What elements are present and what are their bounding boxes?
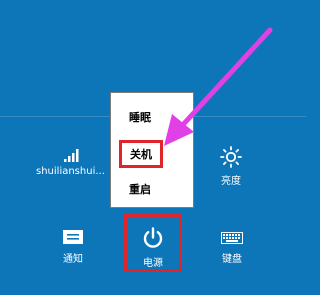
brightness-tile[interactable]: 亮度 [208, 146, 254, 187]
network-tile[interactable]: shuilianshui... [32, 148, 122, 177]
power-label: 电源 [143, 258, 163, 269]
menu-item-shutdown[interactable]: 关机 [119, 140, 163, 168]
notification-icon [63, 230, 83, 244]
wifi-signal-icon [64, 149, 79, 162]
keyboard-icon [221, 232, 243, 244]
power-menu: 睡眠 关机 重启 [110, 92, 194, 208]
menu-item-restart[interactable]: 重启 [129, 181, 151, 197]
power-icon [143, 227, 163, 248]
power-button[interactable]: 电源 [124, 214, 182, 272]
keyboard-label: 键盘 [222, 254, 242, 265]
sun-icon [220, 146, 242, 168]
shutdown-label: 关机 [130, 148, 152, 161]
notifications-tile[interactable]: 通知 [50, 230, 96, 265]
keyboard-tile[interactable]: 键盘 [212, 232, 252, 265]
menu-item-sleep[interactable]: 睡眠 [129, 109, 151, 125]
notifications-label: 通知 [63, 254, 83, 265]
brightness-label: 亮度 [221, 176, 241, 187]
